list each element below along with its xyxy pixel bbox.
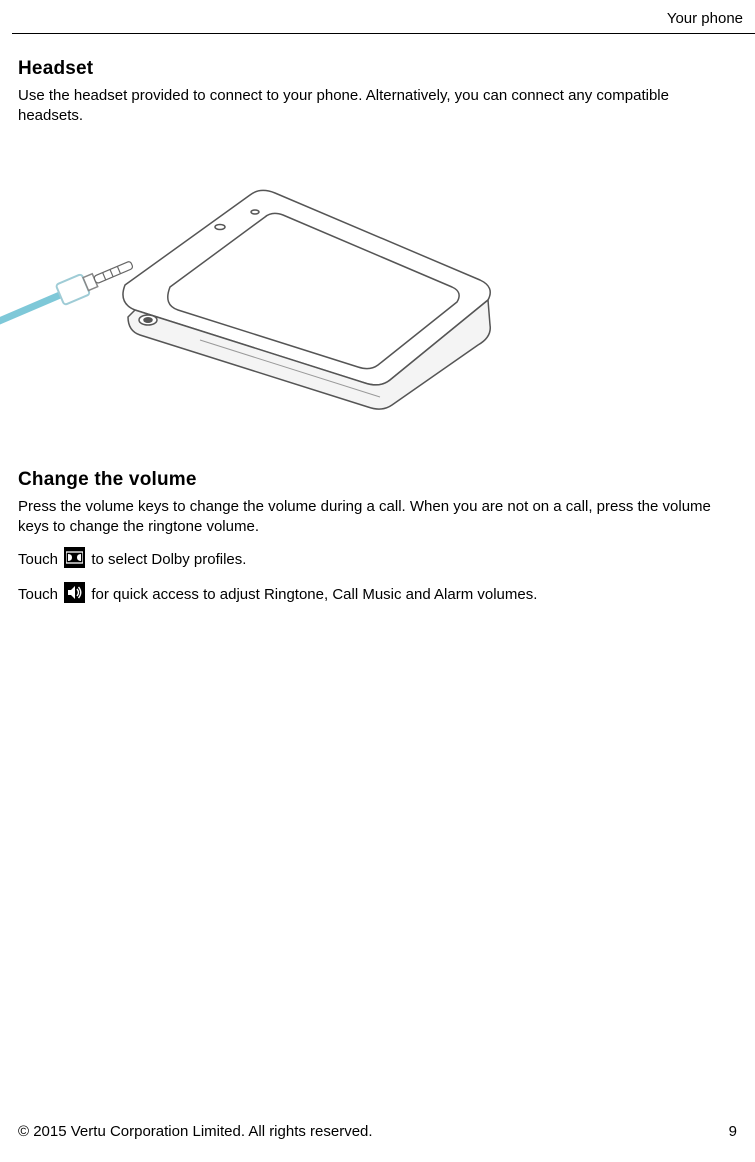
page-footer: © 2015 Vertu Corporation Limited. All ri… [18, 1123, 737, 1140]
touch1-suffix: to select Dolby profiles. [87, 551, 246, 568]
headset-body: Use the headset provided to connect to y… [18, 86, 737, 127]
volume-body: Press the volume keys to change the volu… [18, 497, 737, 538]
dolby-instruction: Touch to select Dolby profiles. [18, 547, 737, 570]
headset-illustration [0, 165, 737, 425]
touch1-prefix: Touch [18, 551, 62, 568]
settings-instruction: Touch for quick access to adjust Rington… [18, 582, 737, 605]
copyright-text: © 2015 Vertu Corporation Limited. All ri… [18, 1123, 373, 1140]
dolby-icon [64, 547, 85, 568]
volume-title: Change the volume [18, 469, 737, 491]
phone-jack-illustration-svg [0, 165, 520, 425]
touch2-suffix: for quick access to adjust Ringtone, Cal… [87, 586, 537, 603]
page-content: Headset Use the headset provided to conn… [0, 34, 755, 606]
page-header: Your phone [12, 0, 755, 34]
volume-settings-icon [64, 582, 85, 603]
touch2-prefix: Touch [18, 586, 62, 603]
headset-title: Headset [18, 58, 737, 80]
page-number: 9 [729, 1123, 737, 1140]
breadcrumb: Your phone [667, 10, 743, 27]
